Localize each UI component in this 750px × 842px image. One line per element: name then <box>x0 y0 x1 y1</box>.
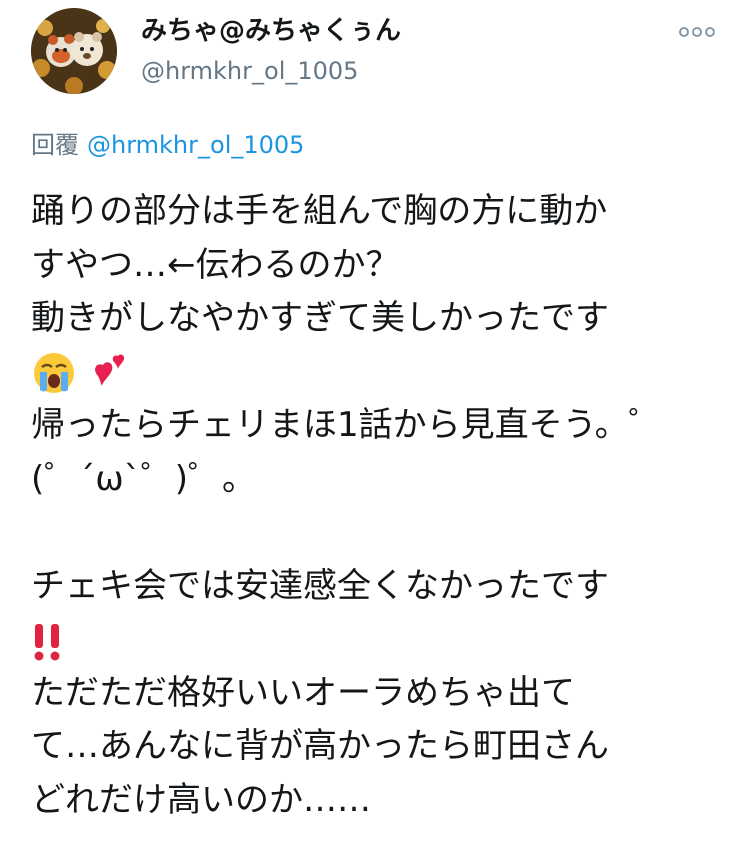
emoji-line <box>31 613 721 667</box>
tweet-card: みちゃ@みちゃくぅん @hrmkhr_ol_1005 回覆 @hrmkhr_ol_… <box>0 0 750 842</box>
user-handle[interactable]: @hrmkhr_ol_1005 <box>141 54 401 88</box>
replying-mention-link[interactable]: @hrmkhr_ol_1005 <box>87 131 304 159</box>
tweet-text: 踊りの部分は手を組んで胸の方に動か すやつ…←伝わるのか？ 動きがしなやかすぎて… <box>31 185 721 827</box>
emoji-line <box>31 346 721 400</box>
tweet-line: 踊りの部分は手を組んで胸の方に動か <box>31 191 608 231</box>
tweet-line: どれだけ高いのか…… <box>31 779 371 820</box>
replying-label: 回覆 <box>31 131 79 159</box>
more-icon <box>679 27 715 37</box>
tweet-line: チェキ会では安達感全くなかったです <box>31 565 609 606</box>
more-options-button[interactable] <box>677 20 717 44</box>
tweet-line: て…あんなに背が高かったら町田さん <box>31 726 609 766</box>
display-name[interactable]: みちゃ@みちゃくぅん <box>141 14 401 48</box>
tweet-line: (゜´ω`゜)゜。 <box>31 458 257 499</box>
avatar-image <box>31 8 117 94</box>
replying-to: 回覆 @hrmkhr_ol_1005 <box>31 128 304 162</box>
tweet-line: 帰ったらチェリまほ1話から見直そう。゜ <box>31 405 663 445</box>
double-exclamation-emoji <box>34 623 60 660</box>
tweet-line: すやつ…←伝わるのか？ <box>31 244 400 285</box>
two-hearts-emoji <box>94 354 124 386</box>
tweet-line: ただただ格好いいオーラめちゃ出て <box>31 672 575 713</box>
user-names: みちゃ@みちゃくぅん @hrmkhr_ol_1005 <box>141 14 401 88</box>
avatar[interactable] <box>31 8 117 94</box>
crying-face-emoji <box>34 353 74 393</box>
tweet-header: みちゃ@みちゃくぅん @hrmkhr_ol_1005 <box>31 8 721 100</box>
tweet-line: 動きがしなやかすぎて美しかったです <box>31 298 609 338</box>
